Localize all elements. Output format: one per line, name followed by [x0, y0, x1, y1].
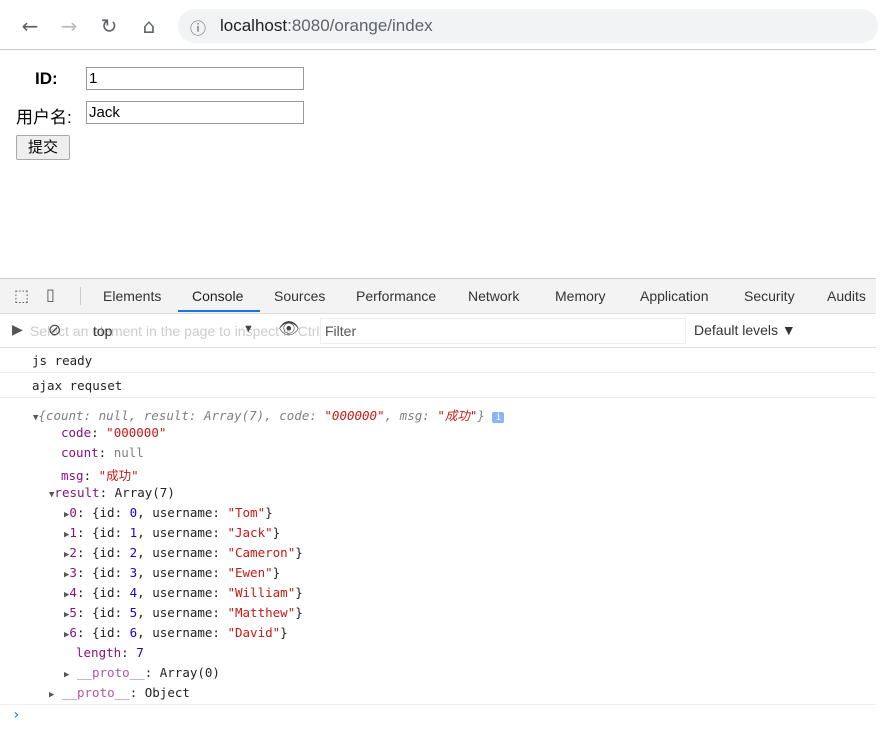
sidebar-toggle-icon[interactable]: ▶ — [12, 321, 23, 338]
filter-input[interactable]: Filter — [320, 318, 686, 344]
devtools-panel: ⬚ ▯ Elements Console Sources Performance… — [0, 278, 876, 735]
array-item[interactable]: ▶6: {id: 6, username: "David"} — [64, 625, 288, 640]
address-bar[interactable]: ⓘ localhost:8080/orange/index — [178, 9, 878, 43]
context-dropdown-icon[interactable]: ▼ — [243, 323, 254, 335]
clear-console-icon[interactable]: ⊘ — [48, 320, 61, 340]
tab-sources[interactable]: Sources — [274, 288, 325, 304]
log-message: ajax requset — [32, 378, 123, 393]
tab-application[interactable]: Application — [640, 288, 709, 304]
filter-placeholder: Filter — [325, 323, 357, 339]
device-toolbar-icon[interactable]: ▯ — [46, 285, 55, 304]
username-input[interactable]: Jack — [86, 101, 304, 124]
tab-elements[interactable]: Elements — [103, 288, 161, 304]
inspect-element-icon[interactable]: ⬚ — [14, 286, 29, 305]
object-proto[interactable]: ▶ __proto__: Object — [49, 685, 190, 700]
info-icon: ⓘ — [190, 19, 207, 38]
prop-length: length: 7 — [76, 645, 144, 660]
prop-msg: msg: "成功" — [61, 468, 139, 483]
array-item[interactable]: ▶4: {id: 4, username: "William"} — [64, 585, 303, 600]
prop-count: count: null — [61, 445, 144, 460]
array-item[interactable]: ▶5: {id: 5, username: "Matthew"} — [64, 605, 303, 620]
tab-security[interactable]: Security — [744, 288, 795, 304]
context-select[interactable]: top — [93, 323, 112, 339]
log-message: js ready — [32, 353, 93, 368]
array-item[interactable]: ▶1: {id: 1, username: "Jack"} — [64, 525, 280, 540]
tab-network[interactable]: Network — [468, 288, 519, 304]
console-prompt-icon[interactable]: › — [12, 707, 20, 723]
id-input[interactable]: 1 — [86, 67, 304, 90]
forward-icon[interactable]: → — [57, 14, 81, 38]
prop-code: code: "000000" — [61, 425, 167, 440]
submit-button[interactable]: 提交 — [16, 135, 70, 160]
reload-icon[interactable]: ↻ — [97, 14, 121, 38]
log-levels-select[interactable]: Default levels ▼ — [694, 322, 796, 338]
array-proto[interactable]: ▶ __proto__: Array(0) — [64, 665, 220, 680]
tab-performance[interactable]: Performance — [356, 288, 436, 304]
url-host: localhost — [220, 16, 288, 35]
array-item[interactable]: ▶0: {id: 0, username: "Tom"} — [64, 505, 273, 520]
back-icon[interactable]: ← — [18, 14, 42, 38]
info-badge-icon[interactable]: i — [492, 412, 505, 423]
tab-audits[interactable]: Audits — [827, 288, 866, 304]
array-item[interactable]: ▶2: {id: 2, username: "Cameron"} — [64, 545, 303, 560]
tab-memory[interactable]: Memory — [555, 288, 606, 304]
home-icon[interactable]: ⌂ — [137, 14, 161, 38]
id-label: ID: — [35, 69, 58, 88]
tab-console[interactable]: Console — [192, 288, 243, 304]
array-item[interactable]: ▶3: {id: 3, username: "Ewen"} — [64, 565, 280, 580]
prop-result[interactable]: ▼result: Array(7) — [49, 485, 175, 500]
username-label: 用户名: — [16, 108, 72, 127]
url-path: :8080/orange/index — [287, 16, 433, 35]
eye-icon[interactable]: 👁 — [278, 319, 300, 339]
object-summary[interactable]: ▼{count: null, result: Array(7), code: "… — [33, 405, 505, 424]
